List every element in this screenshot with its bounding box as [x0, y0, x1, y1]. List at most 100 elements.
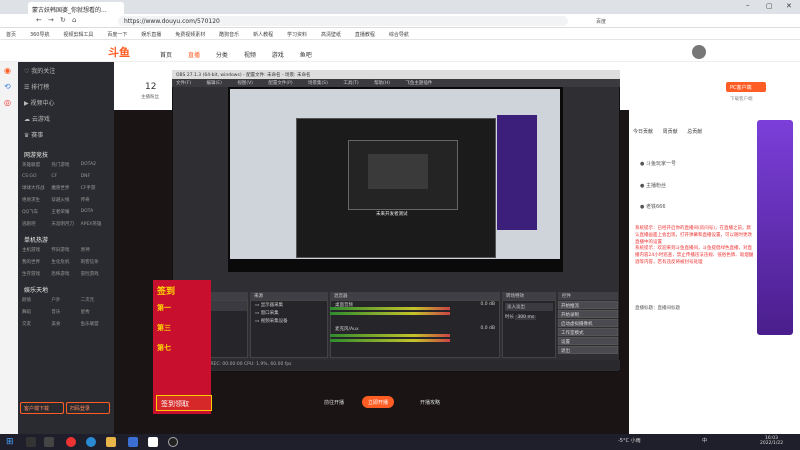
bookmark-item[interactable]: 综合导航: [389, 31, 409, 38]
refresh-icon[interactable]: ↻: [60, 16, 66, 24]
category-link[interactable]: 穿越火线: [51, 197, 80, 203]
nav-category[interactable]: 分类: [216, 52, 228, 59]
start-record-button[interactable]: 开始录制: [558, 310, 618, 318]
category-link[interactable]: 怀旧游戏: [51, 247, 80, 253]
duration-input[interactable]: 300 ms: [515, 315, 537, 320]
bookmark-item[interactable]: 酷狗音乐: [219, 31, 239, 38]
menu-tools[interactable]: 工具(T): [343, 81, 358, 86]
category-link[interactable]: 主机游戏: [22, 247, 51, 253]
sidebar-item-match[interactable]: ♛ 赛事: [18, 126, 114, 142]
nav-yuba[interactable]: 鱼吧: [300, 52, 312, 59]
rank-item[interactable]: ● 主播粉丝: [640, 182, 666, 189]
weather-label[interactable]: -5°C 小雨: [618, 438, 641, 444]
menu-plugin[interactable]: 飞鱼主题插件: [405, 81, 432, 86]
category-link[interactable]: 传奇: [81, 197, 110, 203]
category-link[interactable]: 逃跑吧: [22, 221, 51, 227]
signin-claim-button[interactable]: 签到领取: [156, 395, 212, 411]
category-link[interactable]: DNF: [81, 174, 110, 179]
menu-help[interactable]: 帮助(H): [374, 81, 390, 86]
close-icon[interactable]: ✕: [786, 2, 792, 10]
start-stream-button[interactable]: 开始推流: [558, 301, 618, 309]
category-link[interactable]: 颜值: [22, 297, 51, 303]
tab-week[interactable]: 周贡献: [663, 129, 678, 135]
app-icon[interactable]: [128, 437, 138, 447]
bookmark-item[interactable]: 360导航: [30, 31, 50, 38]
bookmark-item[interactable]: 首页: [6, 31, 16, 38]
weibo-icon[interactable]: ◎: [4, 98, 11, 107]
category-link[interactable]: 英雄联盟: [22, 162, 51, 168]
bookmark-item[interactable]: 百度一下: [107, 31, 127, 38]
sidebar-item-video[interactable]: ▶ 视频中心: [18, 94, 114, 110]
category-link[interactable]: 二次元: [81, 297, 110, 303]
bookmark-item[interactable]: 高清壁纸: [321, 31, 341, 38]
tab-total[interactable]: 总贡献: [687, 129, 702, 135]
category-link[interactable]: 球球大作战: [22, 185, 51, 191]
history-icon[interactable]: ⟲: [4, 82, 11, 91]
transition-select[interactable]: 淡入淡出: [505, 303, 553, 311]
nav-live[interactable]: 直播: [188, 52, 200, 59]
download-client-button[interactable]: 客户端下载: [20, 402, 64, 414]
category-link[interactable]: 鱼乐联盟: [81, 321, 110, 327]
bookmark-item[interactable]: 免费视频素材: [175, 31, 205, 38]
search-engine-label[interactable]: 百度: [596, 18, 606, 25]
browser-tab[interactable]: 蒙古妖韩国婆_你就想看的...: [28, 2, 124, 14]
category-link[interactable]: 户外: [51, 297, 80, 303]
category-link[interactable]: 星秀: [81, 309, 110, 315]
rank-item[interactable]: ● 老铁666: [640, 203, 666, 210]
edge-icon[interactable]: [86, 437, 96, 447]
category-link[interactable]: DOTA2: [81, 162, 110, 168]
download-link[interactable]: 下载客户端: [730, 96, 753, 102]
category-link[interactable]: 美食: [51, 321, 80, 327]
url-input[interactable]: https://www.douyu.com/570120: [118, 16, 568, 26]
go-live-link[interactable]: 前往开播: [318, 396, 350, 408]
category-link[interactable]: 交友: [22, 321, 51, 327]
bookmark-item[interactable]: 直播教程: [355, 31, 375, 38]
app-icon[interactable]: [148, 437, 158, 447]
clock[interactable]: 16:03 2022/1/22: [760, 436, 783, 446]
sidebar-item-rank[interactable]: ☰ 排行榜: [18, 78, 114, 94]
tab-today[interactable]: 今日贡献: [633, 129, 653, 135]
start-live-button[interactable]: 立即开播: [362, 396, 395, 408]
category-link[interactable]: 我的世界: [22, 259, 51, 265]
rank-item[interactable]: ● 斗鱼玩家一号: [640, 160, 676, 167]
category-link[interactable]: 生存游戏: [22, 271, 51, 277]
category-link[interactable]: 恐怖游戏: [51, 271, 80, 277]
category-link[interactable]: 原神: [81, 247, 110, 253]
maximize-icon[interactable]: ▢: [766, 2, 773, 10]
bookmark-item[interactable]: 娱乐直播: [141, 31, 161, 38]
menu-edit[interactable]: 编辑(E): [207, 81, 222, 86]
nav-home[interactable]: 首页: [160, 52, 172, 59]
pc-client-button[interactable]: PC客户端: [726, 82, 766, 92]
category-link[interactable]: 生化危机: [51, 259, 80, 265]
category-link[interactable]: 绝地求生: [22, 197, 51, 203]
back-icon[interactable]: ←: [36, 16, 42, 24]
exit-button[interactable]: 退出: [558, 346, 618, 354]
search-icon[interactable]: [26, 437, 36, 447]
site-logo[interactable]: 斗鱼: [108, 44, 130, 60]
avatar[interactable]: [692, 45, 706, 59]
sidebar-item-cloud[interactable]: ☁ 云游戏: [18, 110, 114, 126]
category-link[interactable]: 音乐: [51, 309, 80, 315]
category-link[interactable]: 魔兽世界: [51, 185, 80, 191]
category-link[interactable]: DOTA: [81, 209, 110, 215]
ime-label[interactable]: 中: [702, 438, 707, 444]
bookmark-item[interactable]: 视频剪辑工具: [63, 31, 93, 38]
home-icon[interactable]: ⌂: [72, 16, 76, 24]
menu-view[interactable]: 视图(V): [237, 81, 253, 86]
category-link[interactable]: QQ飞车: [22, 209, 51, 215]
menu-file[interactable]: 文件(F): [176, 81, 191, 86]
obs-icon[interactable]: [168, 437, 178, 447]
chrome-icon[interactable]: [66, 437, 76, 447]
menu-profile[interactable]: 配置文件(P): [268, 81, 292, 86]
live-guide-link[interactable]: 开播攻略: [414, 396, 446, 408]
taskview-icon[interactable]: [44, 437, 54, 447]
bookmark-item[interactable]: 学习资料: [287, 31, 307, 38]
nav-video[interactable]: 视频: [244, 52, 256, 59]
category-link[interactable]: 冒险游戏: [81, 271, 110, 277]
category-link[interactable]: CF手游: [81, 185, 110, 191]
source-item[interactable]: ▭ 窗口采集: [251, 309, 327, 317]
category-link[interactable]: 舞蹈: [22, 309, 51, 315]
sidebar-item-follow[interactable]: ♡ 我的关注: [18, 62, 114, 78]
studio-mode-button[interactable]: 工作室模式: [558, 328, 618, 336]
source-item[interactable]: ▭ 视频采集设备: [251, 317, 327, 325]
